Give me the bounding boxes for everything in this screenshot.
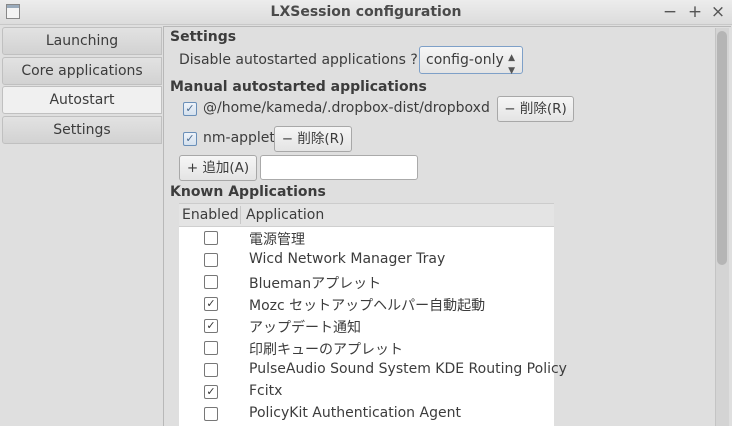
known-applications-table: Enabled Application 電源管理 Wicd Network Man… bbox=[179, 203, 567, 426]
title-bar: LXSession configuration − + × bbox=[0, 0, 732, 25]
minimize-button[interactable]: − bbox=[660, 2, 680, 22]
known-heading: Known Applications bbox=[170, 184, 326, 200]
add-button[interactable]: + 追加(A) bbox=[179, 155, 257, 181]
table-row[interactable]: Wicd Network Manager Tray bbox=[179, 249, 554, 271]
application-name: アップデート通知 bbox=[249, 320, 361, 336]
manual-item-checkbox[interactable]: ✓ bbox=[183, 102, 197, 116]
application-name: PolicyKit Authentication Agent bbox=[249, 405, 461, 421]
disable-autostart-select[interactable]: config-only ▲ ▼ bbox=[419, 46, 523, 76]
remove-button[interactable]: − 削除(R) bbox=[274, 126, 352, 152]
scrollbar-thumb[interactable] bbox=[717, 31, 727, 265]
enabled-checkbox[interactable] bbox=[204, 275, 218, 289]
spin-arrows-icon: ▲ ▼ bbox=[508, 53, 515, 76]
column-enabled[interactable]: Enabled bbox=[182, 207, 239, 223]
table-row[interactable]: 印刷キューのアプレット bbox=[179, 337, 554, 359]
application-name: PulseAudio Sound System KDE Routing Poli… bbox=[249, 361, 567, 377]
disable-autostart-value: config-only bbox=[426, 52, 504, 68]
maximize-button[interactable]: + bbox=[685, 2, 705, 22]
settings-heading: Settings bbox=[170, 29, 237, 45]
table-row[interactable]: PulseAudio Sound System KDE Routing Poli… bbox=[179, 359, 567, 381]
table-row[interactable]: ✓ アップデート通知 bbox=[179, 315, 554, 337]
add-command-input[interactable] bbox=[260, 155, 418, 180]
enabled-checkbox[interactable]: ✓ bbox=[204, 385, 218, 399]
enabled-checkbox[interactable] bbox=[204, 407, 218, 421]
tab-core-applications[interactable]: Core applications bbox=[2, 57, 162, 85]
application-name: 印刷キューのアプレット bbox=[249, 342, 403, 358]
close-button[interactable]: × bbox=[708, 2, 728, 22]
column-application[interactable]: Application bbox=[246, 207, 324, 223]
application-name: Bluemanアプレット bbox=[249, 276, 382, 292]
table-row[interactable]: ✓ Mozc セットアップヘルパー自動起動 bbox=[179, 293, 554, 315]
table-row[interactable]: ✓ Fcitx bbox=[179, 381, 554, 403]
enabled-checkbox[interactable] bbox=[204, 363, 218, 377]
enabled-checkbox[interactable] bbox=[204, 231, 218, 245]
window-title: LXSession configuration bbox=[270, 4, 462, 20]
enabled-checkbox[interactable]: ✓ bbox=[204, 319, 218, 333]
enabled-checkbox[interactable] bbox=[204, 341, 218, 355]
tab-settings[interactable]: Settings bbox=[2, 116, 162, 144]
manual-item-name: @/home/kameda/.dropbox-dist/dropboxd bbox=[203, 100, 490, 116]
application-name: Mozc セットアップヘルパー自動起動 bbox=[249, 298, 486, 314]
table-row[interactable]: 電源管理 bbox=[179, 227, 554, 249]
tab-autostart[interactable]: Autostart bbox=[2, 86, 162, 114]
table-header: Enabled Application bbox=[179, 204, 554, 227]
application-name: Wicd Network Manager Tray bbox=[249, 251, 446, 267]
manual-item-checkbox[interactable]: ✓ bbox=[183, 132, 197, 146]
application-name: 電源管理 bbox=[249, 232, 305, 248]
enabled-checkbox[interactable] bbox=[204, 253, 218, 267]
tab-launching-applications[interactable]: Launching applications bbox=[2, 27, 162, 75]
table-row[interactable]: Bluemanアプレット bbox=[179, 271, 554, 293]
manual-heading: Manual autostarted applications bbox=[170, 79, 427, 95]
manual-item-name: nm-applet bbox=[203, 130, 275, 146]
column-divider bbox=[240, 206, 241, 224]
remove-button[interactable]: − 削除(R) bbox=[497, 96, 574, 122]
enabled-checkbox[interactable]: ✓ bbox=[204, 297, 218, 311]
application-name: Fcitx bbox=[249, 383, 283, 399]
disable-autostart-label: Disable autostarted applications ? bbox=[179, 52, 418, 68]
table-row[interactable]: PolicyKit Authentication Agent bbox=[179, 403, 554, 425]
